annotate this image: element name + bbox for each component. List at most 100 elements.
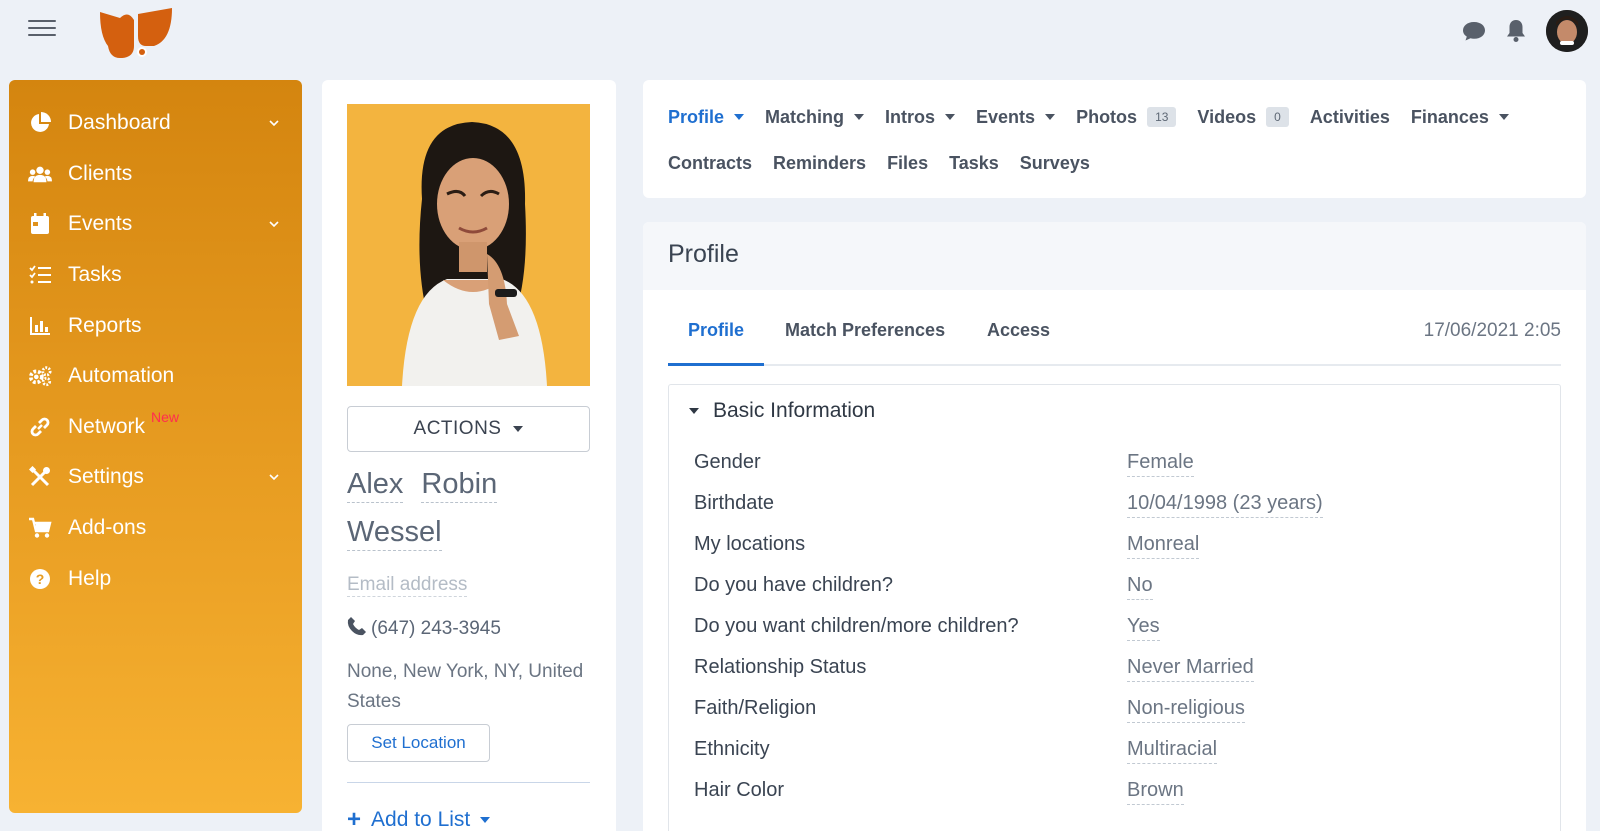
sidebar-item-label: Events — [68, 212, 133, 236]
field-value-gender[interactable]: Female — [1127, 451, 1194, 477]
sidebar-item-help[interactable]: ? Help — [9, 553, 302, 604]
count-badge: 0 — [1266, 107, 1289, 127]
caret-down-icon — [689, 408, 699, 414]
caret-down-icon — [1045, 114, 1056, 120]
hamburger-menu-icon[interactable] — [28, 20, 56, 38]
sidebar-item-tasks[interactable]: Tasks — [9, 250, 302, 301]
tab-reminders[interactable]: Reminders — [773, 153, 866, 174]
sidebar-item-label: Automation — [68, 364, 175, 388]
subtab-profile[interactable]: Profile — [668, 320, 765, 366]
client-card: ACTIONS Alex Robin Wessel Email address (… — [322, 80, 616, 831]
bird-logo-icon[interactable] — [98, 6, 174, 64]
chevron-down-icon — [269, 120, 279, 127]
email-field[interactable]: Email address — [347, 574, 468, 597]
count-badge: 13 — [1147, 107, 1177, 127]
field-value-locations[interactable]: Monreal — [1127, 533, 1200, 559]
add-to-list-button[interactable]: + Add to List — [347, 806, 491, 831]
tab-activities[interactable]: Activities — [1310, 107, 1390, 128]
caret-down-icon — [480, 817, 491, 823]
tab-label: Videos — [1197, 106, 1257, 127]
sidebar-item-events[interactable]: Events — [9, 199, 302, 250]
sidebar-item-settings[interactable]: Settings — [9, 452, 302, 503]
actions-button-label: ACTIONS — [413, 418, 502, 439]
field-value-want-children[interactable]: Yes — [1127, 615, 1160, 641]
tab-label: Matching — [765, 106, 845, 127]
sidebar-item-dashboard[interactable]: Dashboard — [9, 98, 302, 149]
sidebar-item-addons[interactable]: Add-ons — [9, 503, 302, 554]
field-value-birthdate[interactable]: 10/04/1998 (23 years) — [1127, 492, 1323, 518]
profile-heading: Profile — [643, 222, 1586, 290]
tab-photos[interactable]: Photos 13 — [1076, 106, 1177, 128]
field-label-relationship-status: Relationship Status — [694, 656, 867, 678]
field-value-faith-religion[interactable]: Non-religious — [1127, 697, 1245, 723]
sidebar-item-label: Clients — [68, 161, 133, 185]
field-label-locations: My locations — [694, 533, 806, 555]
sidebar-nav: Dashboard Clients Events Tasks Reports A… — [9, 80, 302, 813]
caret-down-icon — [734, 114, 745, 120]
tab-profile[interactable]: Profile — [668, 107, 745, 128]
bell-icon[interactable] — [1504, 19, 1528, 43]
middle-name-field[interactable]: Robin — [421, 468, 498, 503]
profile-card: Profile Profile Match Preferences Access… — [643, 222, 1586, 831]
subtab-match-preferences[interactable]: Match Preferences — [785, 320, 945, 366]
sidebar-item-network[interactable]: Network New — [9, 402, 302, 453]
tab-label: Events — [976, 106, 1036, 127]
tab-files[interactable]: Files — [887, 153, 928, 174]
sidebar-item-clients[interactable]: Clients — [9, 149, 302, 200]
sidebar-item-label: Reports — [68, 313, 142, 337]
field-label-birthdate: Birthdate — [694, 492, 775, 514]
tab-events[interactable]: Events — [976, 106, 1056, 128]
add-to-list-label: Add to List — [371, 808, 471, 831]
chat-bubble-icon[interactable] — [1462, 19, 1486, 43]
svg-text:?: ? — [36, 571, 45, 587]
tab-finances[interactable]: Finances — [1411, 107, 1509, 128]
tab-videos[interactable]: Videos 0 — [1197, 106, 1289, 128]
question-circle-icon: ? — [28, 567, 52, 591]
sidebar-item-label: Settings — [68, 465, 144, 489]
field-value-ethnicity[interactable]: Multiracial — [1127, 738, 1218, 764]
last-name-field[interactable]: Wessel — [347, 516, 442, 551]
sidebar-item-reports[interactable]: Reports — [9, 300, 302, 351]
tab-label: Finances — [1410, 106, 1489, 127]
caret-down-icon — [854, 114, 865, 120]
field-value-relationship-status[interactable]: Never Married — [1127, 656, 1254, 682]
tab-contracts[interactable]: Contracts — [668, 153, 752, 174]
section-toggle[interactable]: Basic Information — [689, 399, 875, 423]
user-avatar[interactable] — [1546, 10, 1588, 52]
sidebar-item-label: Dashboard — [68, 111, 171, 135]
field-value-have-children[interactable]: No — [1127, 574, 1153, 600]
phone-field[interactable]: (647) 243-3945 — [347, 616, 501, 642]
sidebar-item-label: Add-ons — [68, 516, 147, 540]
tab-matching[interactable]: Matching — [765, 106, 865, 128]
section-title: Basic Information — [713, 399, 876, 422]
tab-intros[interactable]: Intros — [885, 106, 956, 128]
set-location-button[interactable]: Set Location — [347, 724, 490, 762]
tab-label: Photos — [1076, 106, 1138, 127]
new-badge: New — [151, 408, 180, 425]
field-label-hair-color: Hair Color — [694, 779, 785, 801]
client-name-line-2: Wessel — [347, 516, 460, 551]
gears-icon — [28, 364, 52, 388]
tab-label: Intros — [885, 106, 936, 127]
calendar-icon — [28, 212, 52, 236]
subtab-access[interactable]: Access — [987, 320, 1050, 366]
sidebar-item-label: Network — [68, 414, 146, 438]
tab-surveys[interactable]: Surveys — [1020, 153, 1090, 174]
caret-down-icon — [513, 426, 524, 432]
first-name-field[interactable]: Alex — [347, 468, 404, 503]
link-icon — [28, 415, 52, 439]
divider — [347, 782, 590, 783]
basic-information-section: Basic Information Gender Female Birthdat… — [668, 384, 1561, 831]
actions-button[interactable]: ACTIONS — [347, 406, 590, 452]
chevron-down-icon — [269, 221, 279, 228]
tab-row-primary: Profile Matching Intros Events Photos 13 … — [668, 104, 1561, 130]
tab-tasks[interactable]: Tasks — [949, 153, 999, 174]
sidebar-item-automation[interactable]: Automation — [9, 351, 302, 402]
phone-icon — [347, 616, 367, 642]
field-label-want-children: Do you want children/more children? — [694, 615, 1019, 637]
client-photo[interactable] — [347, 104, 590, 386]
caret-down-icon — [945, 114, 956, 120]
tab-row-secondary: Contracts Reminders Files Tasks Surveys — [668, 150, 1561, 176]
phone-number: (647) 243-3945 — [371, 618, 501, 639]
field-value-hair-color[interactable]: Brown — [1127, 779, 1184, 805]
